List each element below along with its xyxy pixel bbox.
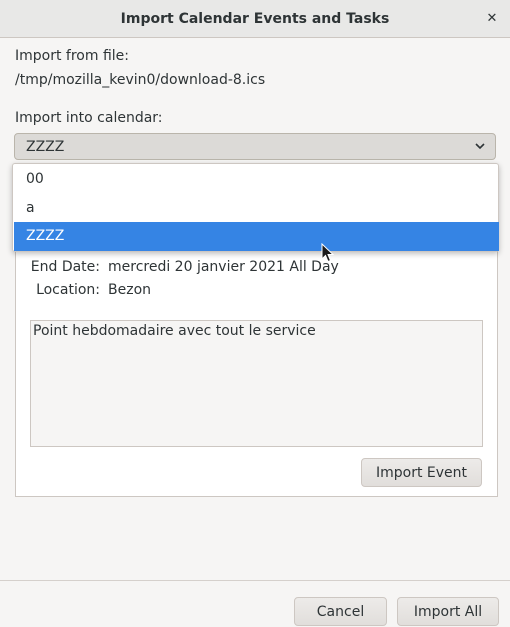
end-date-value: mercredi 20 janvier 2021 All Day: [108, 259, 339, 275]
title-bar: Import Calendar Events and Tasks ✕: [0, 0, 510, 38]
import-into-label: Import into calendar:: [15, 110, 163, 126]
calendar-option-00[interactable]: 00: [14, 165, 499, 194]
end-date-label: End Date:: [30, 259, 100, 275]
chevron-down-icon: [475, 143, 485, 150]
import-event-button[interactable]: Import Event: [361, 458, 482, 487]
event-description: Point hebdomadaire avec tout le service: [30, 320, 483, 447]
calendar-option-a[interactable]: a: [14, 194, 499, 223]
cancel-button[interactable]: Cancel: [294, 597, 387, 626]
calendar-option-zzzz[interactable]: ZZZZ: [14, 222, 499, 251]
footer-separator: [0, 580, 510, 581]
location-value: Bezon: [108, 282, 152, 298]
import-all-button[interactable]: Import All: [397, 597, 499, 626]
import-file-path: /tmp/mozilla_kevin0/download-8.ics: [15, 72, 266, 88]
calendar-dropdown-menu: 00 a ZZZZ: [12, 163, 499, 252]
close-icon[interactable]: ✕: [482, 8, 502, 28]
calendar-select[interactable]: ZZZZ: [14, 133, 496, 160]
import-from-label: Import from file:: [15, 48, 129, 64]
calendar-select-value: ZZZZ: [26, 139, 65, 155]
window-title: Import Calendar Events and Tasks: [120, 10, 390, 27]
location-label: Location:: [36, 282, 100, 298]
mouse-pointer-icon: [321, 243, 335, 263]
